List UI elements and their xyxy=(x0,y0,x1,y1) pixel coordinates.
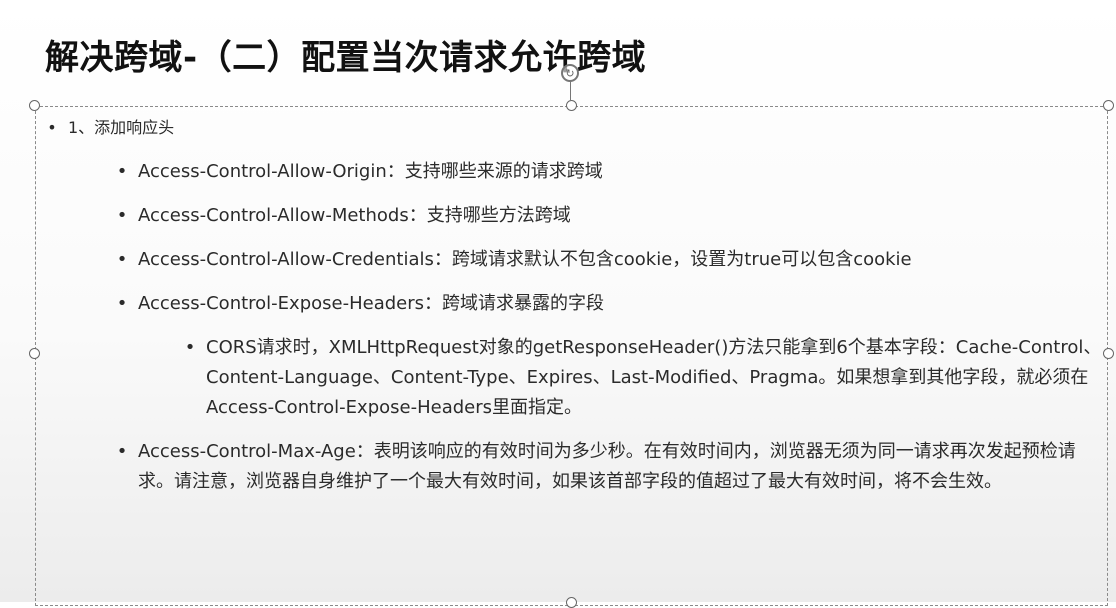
header-list: • Access-Control-Allow-Origin：支持哪些来源的请求跨… xyxy=(68,157,1114,497)
list-item: • Access-Control-Allow-Credentials：跨域请求默… xyxy=(114,245,1114,275)
header-allow-origin: Access-Control-Allow-Origin：支持哪些来源的请求跨域 xyxy=(138,161,603,182)
bullet-icon: • xyxy=(116,249,128,270)
header-allow-credentials: Access-Control-Allow-Credentials：跨域请求默认不… xyxy=(138,249,912,270)
resize-handle-middle-left[interactable] xyxy=(29,348,40,359)
list-item: • Access-Control-Max-Age：表明该响应的有效时间为多少秒。… xyxy=(114,437,1108,497)
resize-handle-top-center[interactable] xyxy=(566,100,577,111)
item-add-response-headers: 1、添加响应头 xyxy=(68,118,175,137)
header-max-age: Access-Control-Max-Age：表明该响应的有效时间为多少秒。在有… xyxy=(138,441,1076,492)
header-allow-methods: Access-Control-Allow-Methods：支持哪些方法跨域 xyxy=(138,205,571,226)
rotate-handle-stem xyxy=(570,80,571,100)
bullet-icon: • xyxy=(184,337,196,358)
bullet-icon: • xyxy=(116,441,128,462)
slide-bullet-list: • 1、添加响应头 • Access-Control-Allow-Origin：… xyxy=(44,116,1114,511)
expose-headers-sublist: • CORS请求时，XMLHttpRequest对象的getResponseHe… xyxy=(138,333,1114,423)
resize-handle-bottom-center[interactable] xyxy=(566,597,577,608)
resize-handle-top-left[interactable] xyxy=(29,100,40,111)
bullet-icon: • xyxy=(116,161,128,182)
list-item: • CORS请求时，XMLHttpRequest对象的getResponseHe… xyxy=(182,333,1114,423)
rotate-icon[interactable]: ↻ xyxy=(561,64,579,82)
list-item: • Access-Control-Allow-Methods：支持哪些方法跨域 xyxy=(114,201,1114,231)
slide-title: 解决跨域-（二）配置当次请求允许跨域 xyxy=(45,38,647,78)
bullet-icon: • xyxy=(116,205,128,226)
list-item: • Access-Control-Allow-Origin：支持哪些来源的请求跨… xyxy=(114,157,1114,187)
resize-handle-top-right[interactable] xyxy=(1103,100,1114,111)
expose-headers-note: CORS请求时，XMLHttpRequest对象的getResponseHead… xyxy=(206,337,1102,418)
list-item: • 1、添加响应头 • Access-Control-Allow-Origin：… xyxy=(44,116,1114,497)
header-expose-headers: Access-Control-Expose-Headers：跨域请求暴露的字段 xyxy=(138,293,605,314)
list-item: • Access-Control-Expose-Headers：跨域请求暴露的字… xyxy=(114,289,1114,423)
bullet-icon: • xyxy=(116,293,128,314)
bullet-icon: • xyxy=(47,118,57,137)
